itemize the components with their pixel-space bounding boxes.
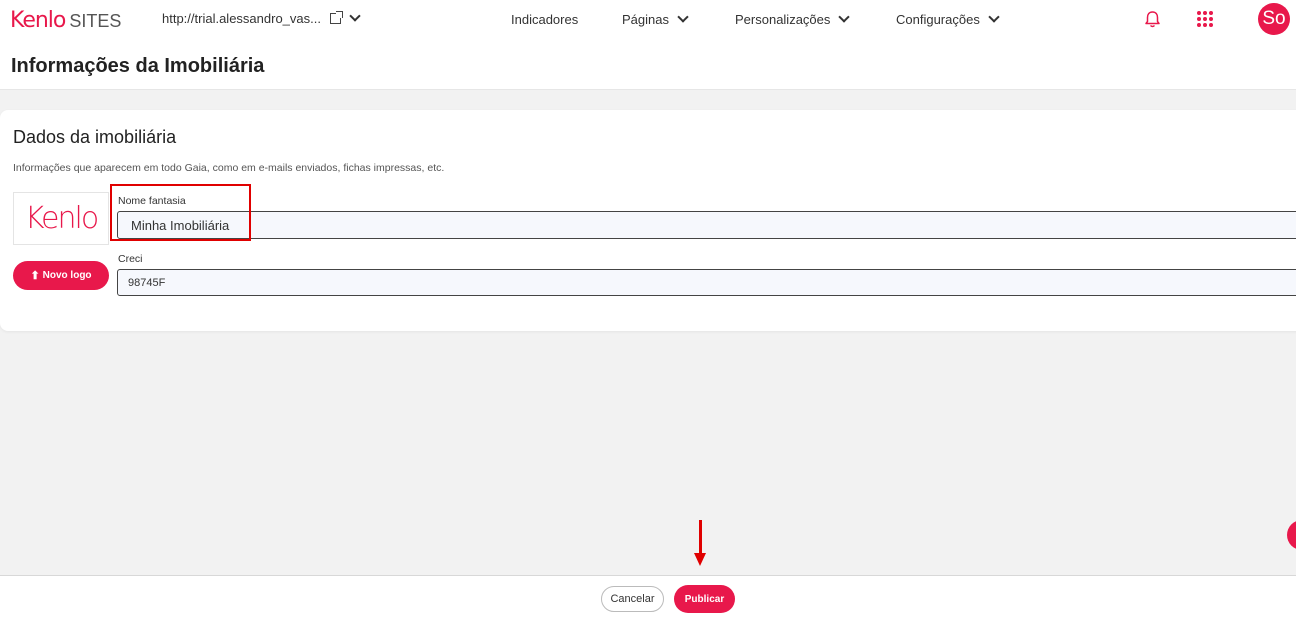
side-help-button[interactable] (1287, 520, 1296, 550)
logo-image-text: Kenlo (24, 201, 99, 236)
user-avatar[interactable]: So (1258, 3, 1290, 35)
nav-paginas[interactable]: Páginas (622, 10, 689, 27)
nav-configuracoes-label: Configurações (896, 12, 980, 27)
nav-indicadores[interactable]: Indicadores (511, 12, 578, 27)
nav-personalizacoes[interactable]: Personalizações (735, 10, 851, 27)
page-title: Informações da Imobiliária (11, 55, 265, 77)
chevron-down-icon (677, 10, 689, 23)
highlight-box-annotation (110, 184, 251, 241)
creci-label: Creci (118, 253, 143, 265)
nav-indicadores-label: Indicadores (511, 12, 579, 27)
nome-fantasia-input[interactable]: Minha Imobiliária (117, 211, 1296, 239)
cancel-button[interactable]: Cancelar (601, 586, 664, 612)
chevron-down-icon[interactable] (349, 9, 361, 22)
site-url-text: http://trial.alessandro_vas... (162, 11, 321, 26)
dados-imobiliaria-card: Dados da imobiliária Informações que apa… (0, 110, 1296, 331)
page-header: Informações da Imobiliária (0, 40, 1296, 90)
site-url-selector[interactable]: http://trial.alessandro_vas... (162, 9, 361, 26)
arrow-annotation (699, 520, 702, 556)
bell-icon[interactable] (1144, 10, 1161, 28)
brand-logo[interactable]: Kenlo SITES (10, 8, 121, 33)
apps-grid-icon[interactable] (1197, 11, 1213, 27)
novo-logo-button[interactable]: ⬆ Novo logo (13, 261, 109, 290)
nav-personalizacoes-label: Personalizações (735, 12, 831, 27)
arrow-head-annotation (694, 553, 706, 566)
card-title: Dados da imobiliária (13, 127, 177, 147)
chevron-down-icon (838, 10, 851, 23)
card-subtitle: Informações que aparecem em todo Gaia, c… (13, 162, 445, 174)
logo-preview: Kenlo (13, 192, 109, 245)
nav-paginas-label: Páginas (622, 12, 669, 27)
brand-sites-text: SITES (69, 11, 122, 31)
publish-button[interactable]: Publicar (674, 585, 735, 613)
upload-icon: ⬆ (30, 270, 40, 282)
nav-configuracoes[interactable]: Configurações (896, 10, 1000, 27)
external-link-icon[interactable] (329, 11, 343, 24)
brand-kenlo-text: Kenlo (10, 8, 66, 33)
top-navbar: Kenlo SITES http://trial.alessandro_vas.… (0, 0, 1296, 40)
novo-logo-label: Novo logo (42, 270, 92, 281)
chevron-down-icon (988, 10, 1000, 23)
creci-input[interactable]: 98745F (117, 269, 1296, 296)
action-footer: Cancelar Publicar (0, 575, 1296, 620)
